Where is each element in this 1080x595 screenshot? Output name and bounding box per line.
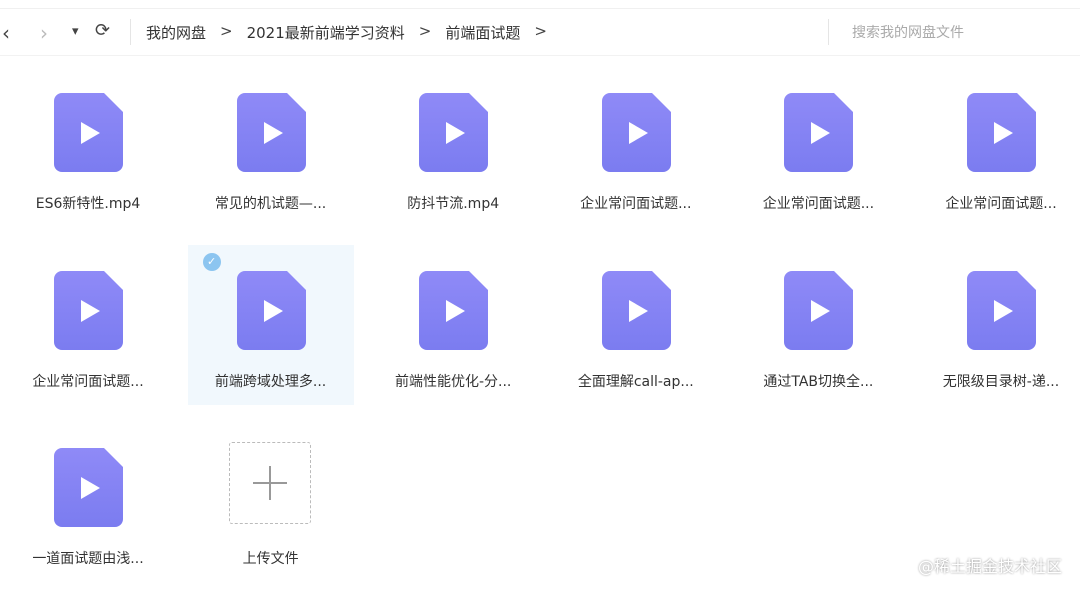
file-name: 前端性能优化-分... bbox=[370, 371, 536, 391]
breadcrumb-separator: > bbox=[220, 22, 233, 43]
breadcrumb-item[interactable]: 2021最新前端学习资料 bbox=[247, 22, 405, 43]
file-name: 企业常问面试题... bbox=[918, 193, 1080, 213]
video-file-icon bbox=[784, 271, 853, 350]
toolbar: ‹ › ▾ ⟳ 我的网盘 > 2021最新前端学习资料 > 前端面试题 > 搜索我的网… bbox=[0, 8, 1080, 56]
video-file-icon bbox=[237, 93, 306, 172]
file-item[interactable]: 通过TAB切换全... bbox=[735, 245, 901, 405]
video-file-icon bbox=[54, 93, 123, 172]
search-input[interactable]: 搜索我的网盘文件 bbox=[852, 22, 964, 42]
file-name: 企业常问面试题... bbox=[553, 193, 719, 213]
breadcrumb: 我的网盘 > 2021最新前端学习资料 > 前端面试题 > bbox=[146, 22, 561, 43]
file-name: 一道面试题由浅... bbox=[5, 548, 171, 568]
upload-file-button[interactable]: 上传文件 bbox=[188, 422, 354, 582]
file-item[interactable]: 全面理解call-ap... bbox=[553, 245, 719, 405]
file-item[interactable]: 企业常问面试题... bbox=[553, 67, 719, 227]
divider bbox=[130, 19, 131, 45]
file-name: 常见的机试题—... bbox=[188, 193, 354, 213]
video-file-icon bbox=[602, 271, 671, 350]
video-file-icon bbox=[419, 93, 488, 172]
divider bbox=[828, 19, 829, 45]
plus-icon[interactable] bbox=[229, 442, 311, 524]
file-item[interactable]: 企业常问面试题... bbox=[918, 67, 1080, 227]
file-item[interactable]: 一道面试题由浅... bbox=[5, 422, 171, 582]
breadcrumb-separator: > bbox=[419, 22, 432, 43]
video-file-icon bbox=[967, 271, 1036, 350]
video-file-icon bbox=[237, 271, 306, 350]
file-name: 前端跨域处理多... bbox=[188, 371, 354, 391]
breadcrumb-item[interactable]: 前端面试题 bbox=[445, 22, 520, 43]
back-button[interactable]: ‹ bbox=[2, 21, 10, 45]
video-file-icon bbox=[602, 93, 671, 172]
file-name: ES6新特性.mp4 bbox=[5, 193, 171, 213]
file-item[interactable]: ✓ 前端跨域处理多... bbox=[188, 245, 354, 405]
video-file-icon bbox=[419, 271, 488, 350]
file-name: 全面理解call-ap... bbox=[553, 371, 719, 391]
breadcrumb-item[interactable]: 我的网盘 bbox=[146, 22, 206, 43]
upload-label: 上传文件 bbox=[188, 548, 354, 568]
file-item[interactable]: 无限级目录树-递... bbox=[918, 245, 1080, 405]
file-name: 防抖节流.mp4 bbox=[370, 193, 536, 213]
file-item[interactable]: ES6新特性.mp4 bbox=[5, 67, 171, 227]
file-item[interactable]: 防抖节流.mp4 bbox=[370, 67, 536, 227]
video-file-icon bbox=[967, 93, 1036, 172]
forward-button[interactable]: › bbox=[40, 21, 48, 45]
file-item[interactable]: 常见的机试题—... bbox=[188, 67, 354, 227]
video-file-icon bbox=[54, 271, 123, 350]
file-item[interactable]: 前端性能优化-分... bbox=[370, 245, 536, 405]
file-item[interactable]: 企业常问面试题... bbox=[735, 67, 901, 227]
file-item[interactable]: 企业常问面试题... bbox=[5, 245, 171, 405]
watermark: @稀土掘金技术社区 bbox=[918, 553, 1062, 577]
refresh-button[interactable]: ⟳ bbox=[95, 20, 110, 41]
selected-check-icon[interactable]: ✓ bbox=[203, 253, 221, 271]
breadcrumb-separator: > bbox=[534, 22, 547, 43]
file-name: 企业常问面试题... bbox=[735, 193, 901, 213]
video-file-icon bbox=[784, 93, 853, 172]
file-name: 企业常问面试题... bbox=[5, 371, 171, 391]
video-file-icon bbox=[54, 448, 123, 527]
file-name: 无限级目录树-递... bbox=[918, 371, 1080, 391]
history-dropdown-icon[interactable]: ▾ bbox=[72, 24, 79, 39]
file-name: 通过TAB切换全... bbox=[735, 371, 901, 391]
